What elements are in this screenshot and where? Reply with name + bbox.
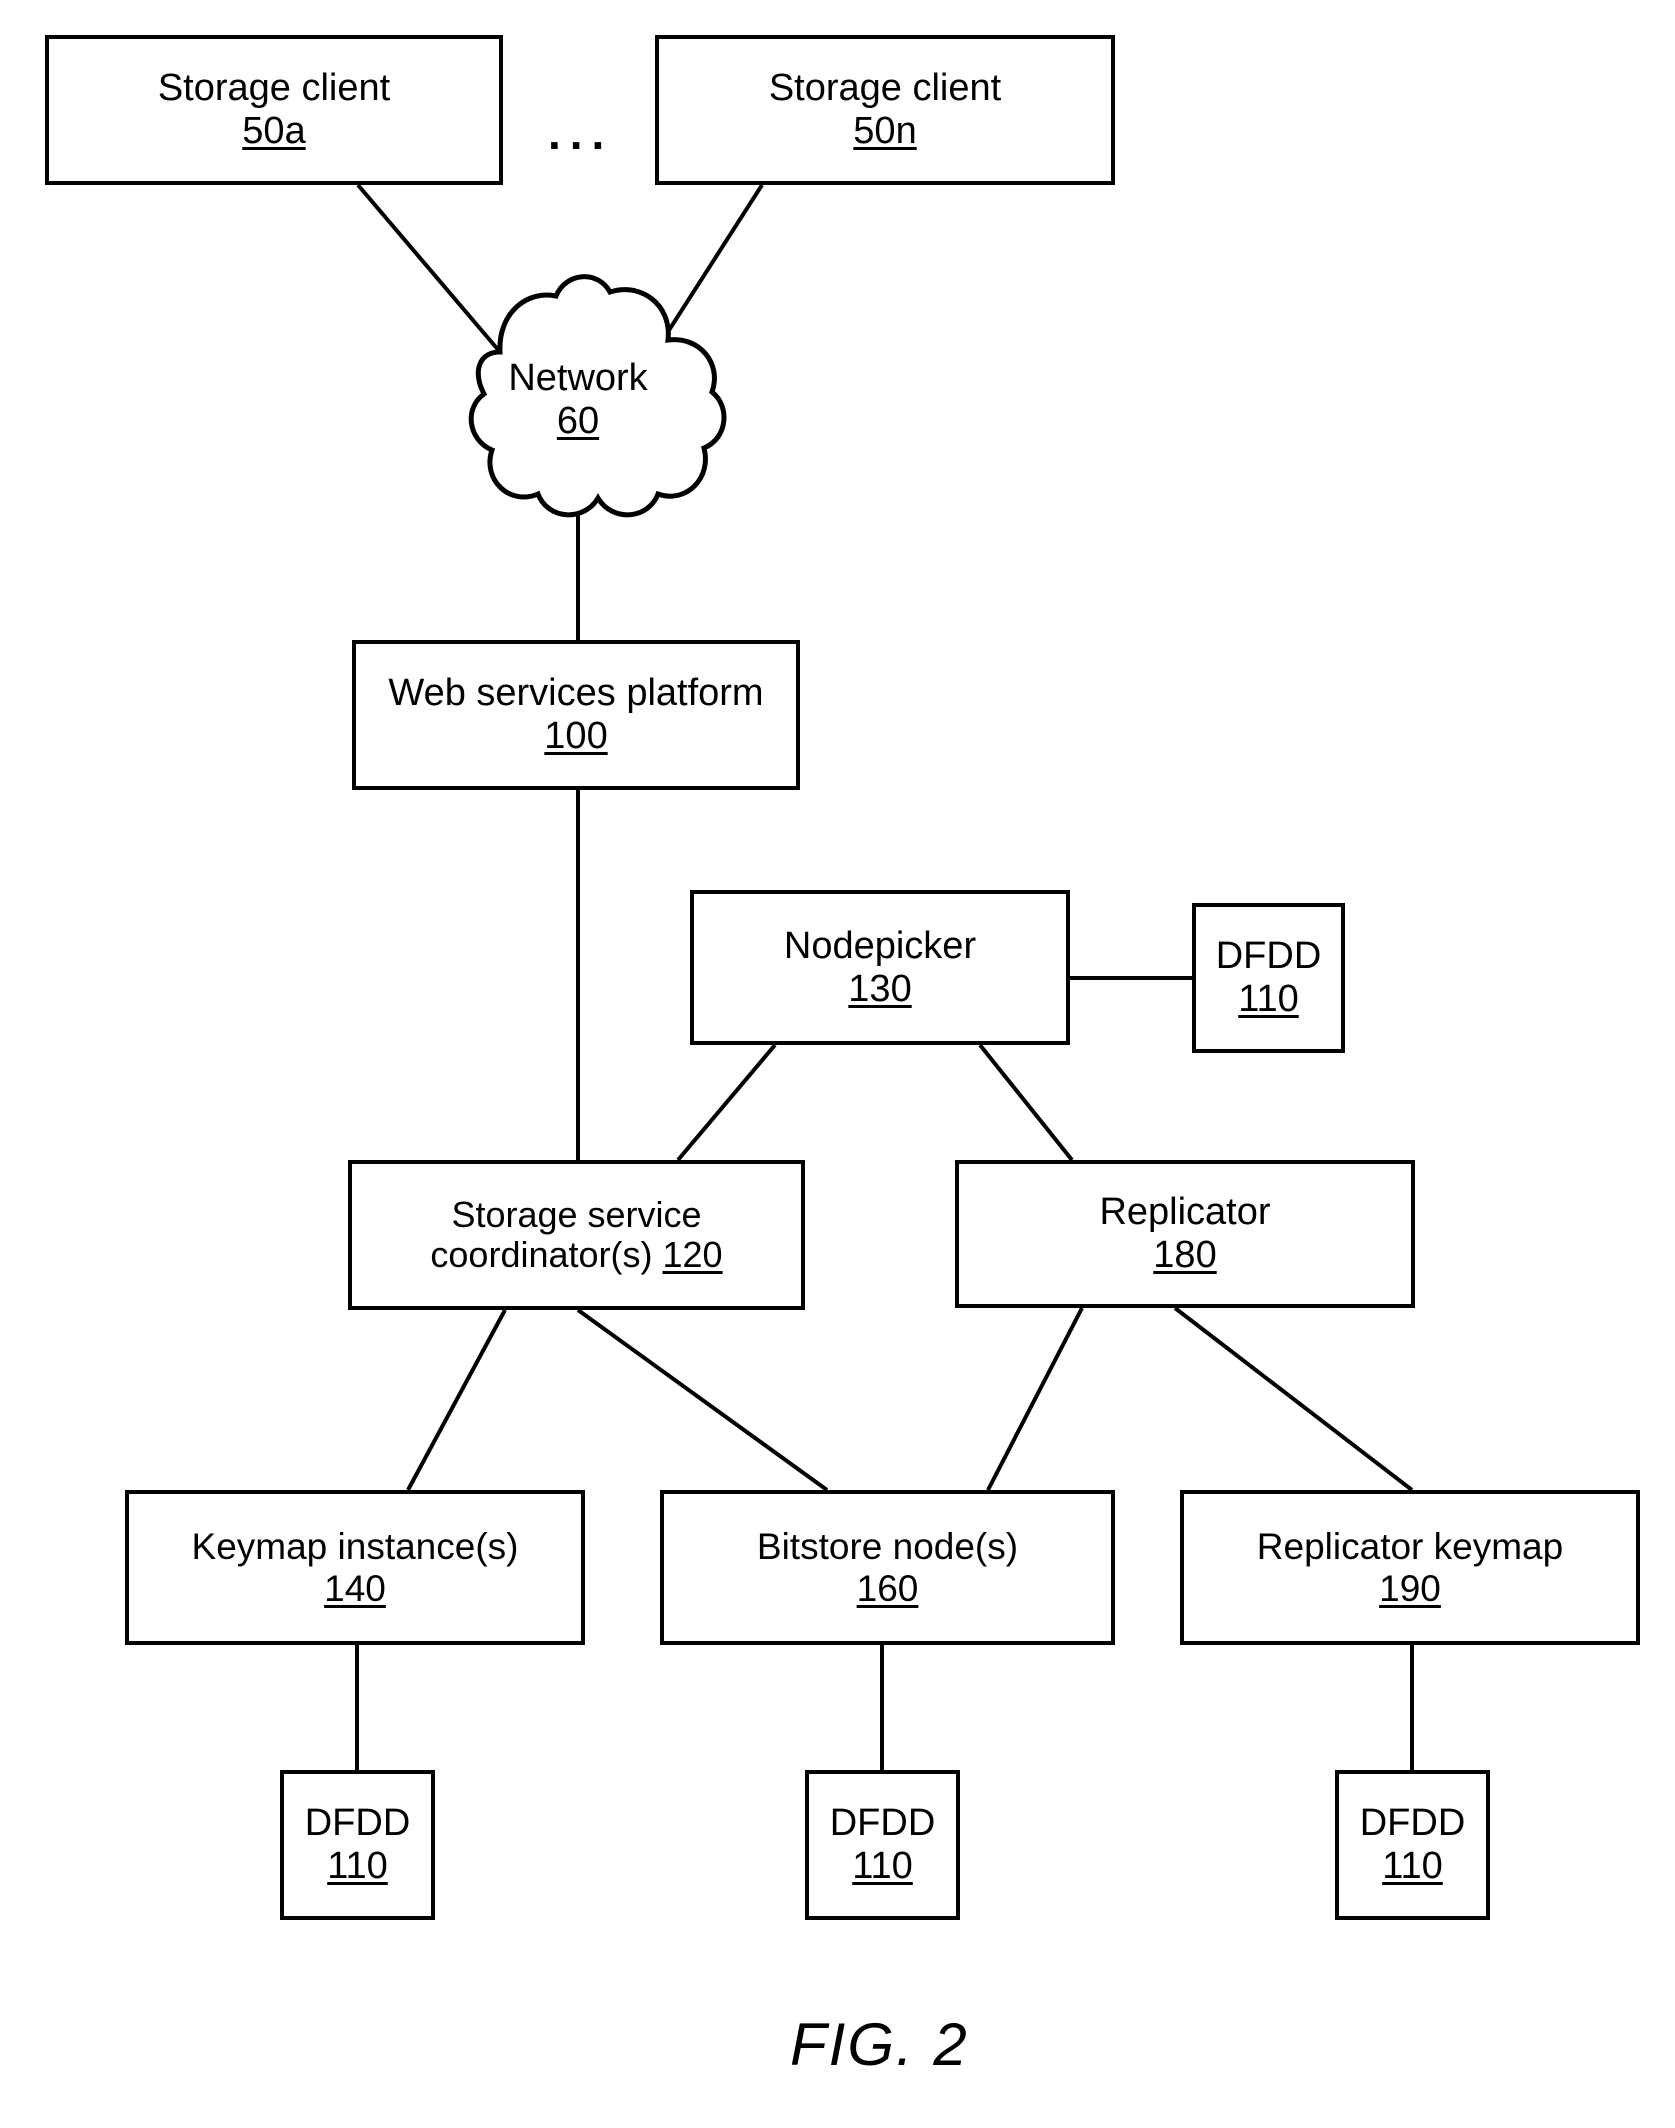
edge-coordinator-to-keymap xyxy=(406,1309,507,1491)
node-storage-client-50n[interactable]: Storage client 50n xyxy=(655,35,1115,185)
edge-replicator-to-replicator-keymap xyxy=(1173,1306,1414,1492)
node-reference-numeral: 100 xyxy=(544,715,608,757)
node-label: Bitstore node(s) xyxy=(756,1526,1019,1568)
node-reference-numeral: 110 xyxy=(852,1845,913,1887)
node-reference-numeral: 140 xyxy=(324,1567,386,1609)
node-web-services-platform[interactable]: Web services platform 100 xyxy=(352,640,800,790)
ellipsis-between-clients: ... xyxy=(548,107,614,159)
node-reference-numeral: 180 xyxy=(1153,1234,1217,1276)
node-label: Nodepicker xyxy=(783,924,977,967)
node-storage-service-coordinator[interactable]: Storage service coordinator(s) 120 xyxy=(348,1160,805,1310)
node-label: DFDD xyxy=(829,1802,936,1845)
node-network-cloud[interactable]: Network 60 xyxy=(428,320,728,480)
node-reference-numeral: 130 xyxy=(848,967,912,1010)
node-replicator-keymap[interactable]: Replicator keymap 190 xyxy=(1180,1490,1640,1645)
edge-nodepicker-to-replicator xyxy=(978,1043,1074,1162)
node-dfdd-nodepicker[interactable]: DFDD 110 xyxy=(1192,903,1345,1053)
node-label: DFDD xyxy=(304,1802,411,1845)
node-label: Storage client xyxy=(157,67,391,110)
node-label-line-2: coordinator(s) 120 xyxy=(430,1234,723,1275)
node-label: Network xyxy=(508,357,648,400)
node-replicator[interactable]: Replicator 180 xyxy=(955,1160,1415,1308)
node-reference-numeral: 160 xyxy=(856,1567,919,1609)
node-reference-numeral: 60 xyxy=(556,400,600,442)
node-nodepicker[interactable]: Nodepicker 130 xyxy=(690,890,1070,1045)
node-reference-numeral: 50a xyxy=(242,110,306,152)
edge-nodepicker-to-coordinator xyxy=(676,1043,777,1162)
node-reference-numeral: 120 xyxy=(662,1234,723,1275)
node-label-line-1: Storage service xyxy=(451,1193,702,1235)
node-label: Replicator xyxy=(1099,1191,1271,1234)
edge-replicator-to-bitstore xyxy=(986,1307,1084,1491)
node-label: DFDD xyxy=(1215,935,1322,978)
node-reference-numeral: 110 xyxy=(1382,1845,1443,1887)
edge-coordinator-to-bitstore xyxy=(576,1308,829,1492)
node-dfdd-replicator-keymap[interactable]: DFDD 110 xyxy=(1335,1770,1490,1920)
node-reference-numeral: 110 xyxy=(1238,978,1299,1020)
node-reference-numeral: 50n xyxy=(853,110,917,152)
node-bitstore-nodes[interactable]: Bitstore node(s) 160 xyxy=(660,1490,1115,1645)
node-storage-client-50a[interactable]: Storage client 50a xyxy=(45,35,503,185)
node-label: Storage client xyxy=(768,67,1002,110)
node-reference-numeral: 190 xyxy=(1379,1567,1441,1609)
patent-figure-2: Storage client 50a ... Storage client 50… xyxy=(0,0,1675,2128)
node-label: Web services platform xyxy=(388,672,764,715)
node-reference-numeral: 110 xyxy=(327,1845,388,1887)
node-dfdd-bitstore-nodes[interactable]: DFDD 110 xyxy=(805,1770,960,1920)
node-label: Keymap instance(s) xyxy=(191,1526,519,1568)
node-label-text: coordinator(s) xyxy=(430,1234,653,1275)
node-label: Replicator keymap xyxy=(1256,1526,1564,1568)
node-dfdd-keymap-instances[interactable]: DFDD 110 xyxy=(280,1770,435,1920)
node-keymap-instances[interactable]: Keymap instance(s) 140 xyxy=(125,1490,585,1645)
node-label: DFDD xyxy=(1359,1802,1466,1845)
figure-caption: FIG. 2 xyxy=(790,2011,969,2078)
